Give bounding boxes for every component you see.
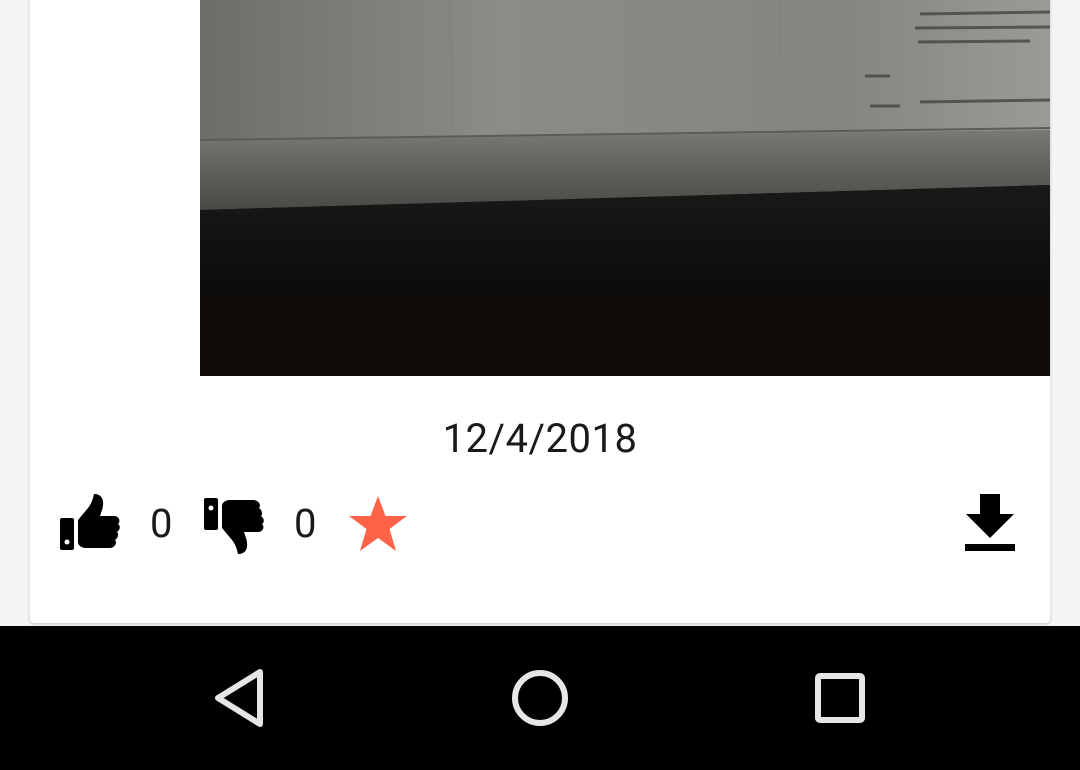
post-card: 12/4/2018 0 0	[30, 0, 1050, 623]
download-icon[interactable]	[962, 492, 1018, 556]
post-date: 12/4/2018	[442, 415, 638, 462]
post-actions: 0 0	[30, 490, 1050, 560]
thumbs-down-icon[interactable]	[202, 496, 266, 558]
system-navigation-bar	[0, 626, 1080, 770]
home-circle-icon[interactable]	[504, 662, 576, 734]
screen: 12/4/2018 0 0	[0, 0, 1080, 770]
thumbs-up-icon[interactable]	[58, 492, 122, 554]
like-count: 0	[150, 500, 173, 547]
dislike-count: 0	[294, 500, 317, 547]
back-triangle-icon[interactable]	[204, 662, 276, 734]
star-icon[interactable]	[346, 494, 410, 556]
photo-image	[200, 0, 1050, 376]
post-photo[interactable]	[200, 0, 1050, 376]
recents-square-icon[interactable]	[804, 662, 876, 734]
